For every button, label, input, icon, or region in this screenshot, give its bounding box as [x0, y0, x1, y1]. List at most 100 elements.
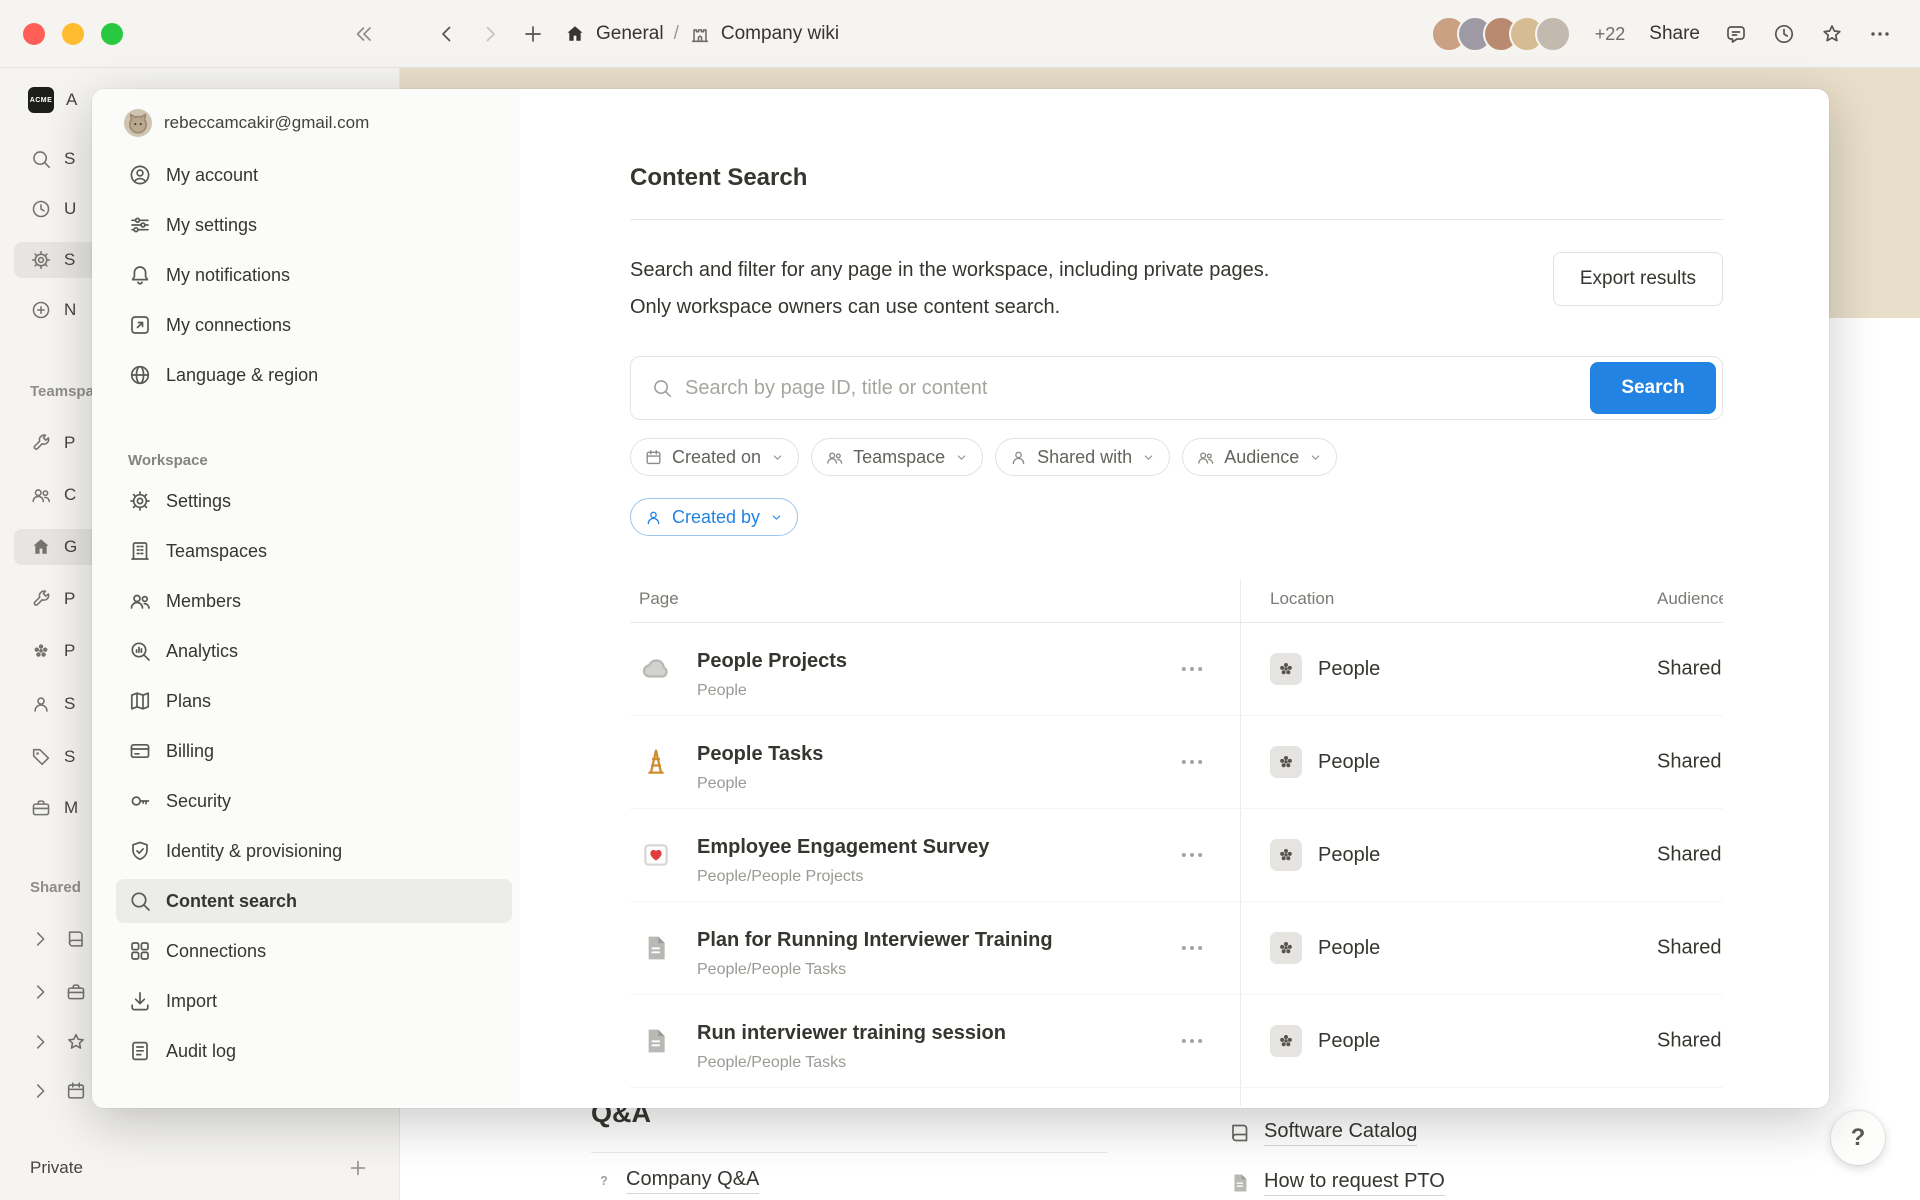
avatar-stack[interactable]	[1431, 16, 1571, 52]
svg-text:?: ?	[600, 1174, 608, 1188]
settings-nav-settings[interactable]: Settings	[116, 479, 512, 523]
bell-icon	[128, 263, 152, 287]
teamspace-badge	[1270, 839, 1302, 871]
row-menu-button[interactable]	[1178, 934, 1206, 962]
search-input[interactable]	[685, 377, 1590, 400]
flower-icon	[1276, 938, 1296, 958]
chevron-down-icon	[1141, 450, 1156, 465]
avatar[interactable]	[1535, 16, 1571, 52]
page-link-company-qa[interactable]: ? Company Q&A	[594, 1168, 759, 1194]
audience-cell: Shared	[1657, 1030, 1722, 1053]
settings-nav-content-search[interactable]: Content search	[116, 879, 512, 923]
chevron-right-icon[interactable]	[29, 981, 51, 1003]
avatar-overflow-count[interactable]: +22	[1595, 24, 1626, 45]
filter-chip-created-by[interactable]: Created by	[630, 498, 798, 536]
chevron-right-icon[interactable]	[29, 928, 51, 950]
settings-nav-my-notifications[interactable]: My notifications	[116, 253, 512, 297]
filter-chip-teamspace[interactable]: Teamspace	[811, 438, 983, 476]
page-title[interactable]: Employee Engagement Survey	[697, 834, 989, 860]
row-menu-button[interactable]	[1178, 748, 1206, 776]
settings-nav-my-settings[interactable]: My settings	[116, 203, 512, 247]
settings-nav-audit-log[interactable]: Audit log	[116, 1029, 512, 1073]
window-zoom-button[interactable]	[101, 23, 123, 45]
settings-nav-analytics[interactable]: Analytics	[116, 629, 512, 673]
audience-cell: Shared	[1657, 658, 1722, 681]
new-tab-icon[interactable]	[521, 22, 545, 46]
settings-nav-my-account[interactable]: My account	[116, 153, 512, 197]
row-menu-button[interactable]	[1178, 1027, 1206, 1055]
workspace-section-label: Workspace	[116, 447, 512, 469]
favorite-star-icon[interactable]	[1820, 22, 1844, 46]
settings-nav-members[interactable]: Members	[116, 579, 512, 623]
settings-nav-security[interactable]: Security	[116, 779, 512, 823]
help-button[interactable]: ?	[1831, 1111, 1885, 1165]
description: Search and filter for any page in the wo…	[630, 252, 1269, 326]
settings-nav-billing[interactable]: Billing	[116, 729, 512, 773]
settings-nav-language-region[interactable]: Language & region	[116, 353, 512, 397]
location-cell: People	[1270, 839, 1380, 871]
account-header: rebeccamcakir@gmail.com	[116, 101, 512, 145]
person-circle-icon	[128, 163, 152, 187]
more-options-icon[interactable]	[1868, 22, 1892, 46]
divider	[591, 1152, 1108, 1153]
table-row[interactable]: Plan for Running Interviewer Training Pe…	[630, 902, 1723, 995]
export-results-button[interactable]: Export results	[1553, 252, 1723, 306]
teamspace-badge	[1270, 653, 1302, 685]
filter-chip-shared-with[interactable]: Shared with	[995, 438, 1170, 476]
column-header-location: Location	[1270, 589, 1334, 609]
table-row[interactable]: People Projects People People Shared	[630, 623, 1723, 716]
briefcase-icon	[30, 797, 52, 819]
updates-clock-icon[interactable]	[1772, 22, 1796, 46]
chevron-right-icon[interactable]	[29, 1031, 51, 1053]
page-path: People/People Tasks	[697, 961, 846, 979]
page-title[interactable]: Plan for Running Interviewer Training	[697, 927, 1053, 953]
breadcrumb-teamspace[interactable]: General	[596, 23, 664, 45]
divider	[630, 219, 1723, 220]
comments-icon[interactable]	[1724, 22, 1748, 46]
sidebar-private-section[interactable]: Private	[14, 1150, 385, 1186]
settings-nav-teamspaces[interactable]: Teamspaces	[116, 529, 512, 573]
wrench-icon	[30, 432, 52, 454]
page-title[interactable]: Run interviewer training session	[697, 1020, 1006, 1046]
settings-nav-connections[interactable]: Connections	[116, 929, 512, 973]
table-row[interactable]: Run interviewer training session People/…	[630, 995, 1723, 1088]
breadcrumb: General / Company wiki	[564, 0, 839, 68]
collapse-sidebar-icon[interactable]	[352, 22, 376, 46]
window-close-button[interactable]	[23, 23, 45, 45]
chevron-right-icon[interactable]	[29, 1080, 51, 1102]
search-button[interactable]: Search	[1590, 362, 1716, 414]
page-path: People	[697, 682, 747, 700]
row-menu-button[interactable]	[1178, 841, 1206, 869]
breadcrumb-page[interactable]: Company wiki	[721, 23, 839, 45]
settings-nav-identity-provisioning[interactable]: Identity & provisioning	[116, 829, 512, 873]
page-link-how-to-request-pto[interactable]: How to request PTO	[1228, 1170, 1445, 1196]
add-page-icon[interactable]	[347, 1157, 369, 1179]
share-button[interactable]: Share	[1649, 23, 1700, 45]
briefcase-icon	[65, 981, 87, 1003]
settings-nav-my-connections[interactable]: My connections	[116, 303, 512, 347]
page-title[interactable]: People Projects	[697, 648, 847, 674]
table-row[interactable]: Employee Engagement Survey People/People…	[630, 809, 1723, 902]
filter-chip-audience[interactable]: Audience	[1182, 438, 1337, 476]
map-icon	[128, 689, 152, 713]
page-path: People/People Tasks	[697, 1054, 846, 1072]
settings-nav-import[interactable]: Import	[116, 979, 512, 1023]
forward-icon[interactable]	[478, 22, 502, 46]
document-icon	[1228, 1171, 1252, 1195]
back-icon[interactable]	[435, 22, 459, 46]
tower-page-icon	[640, 746, 672, 778]
cat-avatar-icon	[125, 110, 151, 136]
table-header: Page Location Audience	[630, 579, 1723, 623]
tag-icon	[30, 746, 52, 768]
content-search-panel: Content Search Search and filter for any…	[520, 89, 1829, 1108]
row-menu-button[interactable]	[1178, 655, 1206, 683]
filter-chip-created-on[interactable]: Created on	[630, 438, 799, 476]
flower-icon	[1276, 1031, 1296, 1051]
page-link-software-catalog[interactable]: Software Catalog	[1228, 1120, 1417, 1146]
window-minimize-button[interactable]	[62, 23, 84, 45]
results-table: Page Location Audience People Projects P…	[630, 579, 1723, 1106]
table-row[interactable]: People Tasks People People Shared	[630, 716, 1723, 809]
settings-nav-plans[interactable]: Plans	[116, 679, 512, 723]
gear-icon	[30, 249, 52, 271]
page-title[interactable]: People Tasks	[697, 741, 823, 767]
